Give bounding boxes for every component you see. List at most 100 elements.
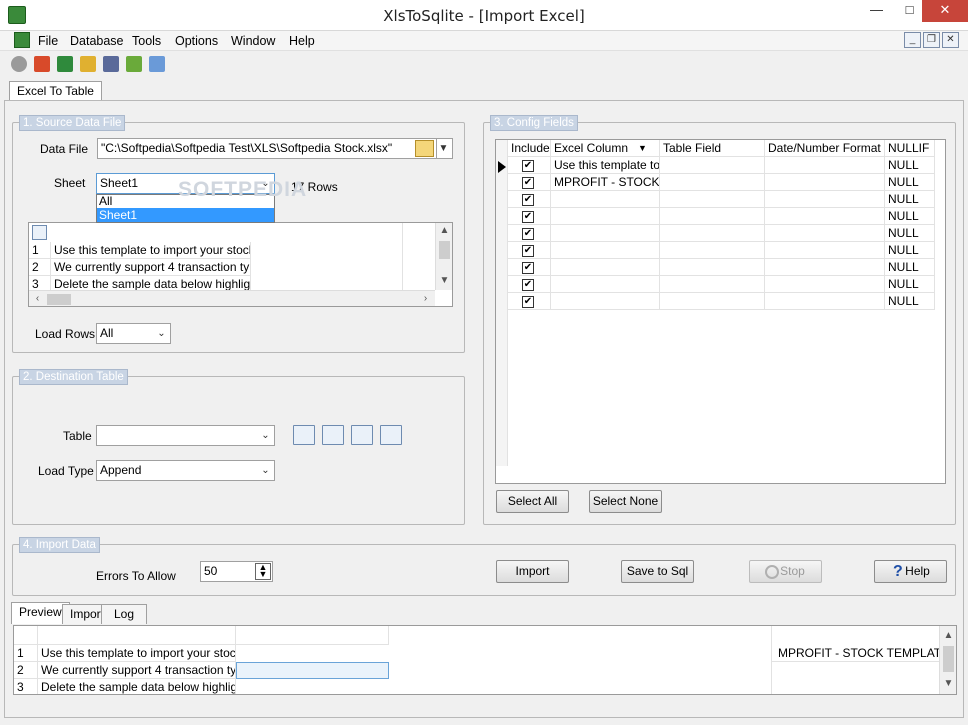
help-button[interactable]: ? Help	[874, 560, 947, 583]
table-field-cell[interactable]	[660, 242, 765, 259]
menu-database[interactable]: Database	[70, 34, 124, 48]
scroll-thumb[interactable]	[943, 646, 954, 672]
excel-column-cell[interactable]	[551, 293, 660, 310]
nullif-cell[interactable]: NULL	[885, 225, 935, 242]
import-button[interactable]: Import	[496, 560, 569, 583]
table-icon[interactable]	[149, 56, 165, 72]
create-table-icon[interactable]	[293, 425, 315, 445]
scroll-thumb[interactable]	[47, 294, 71, 305]
close-button[interactable]: ✕	[922, 0, 968, 22]
menu-tools[interactable]: Tools	[132, 34, 161, 48]
selected-cell[interactable]	[236, 662, 389, 679]
spinner-icon[interactable]: ▲ ▼	[255, 563, 271, 580]
view-table-icon[interactable]	[351, 425, 373, 445]
scroll-down-icon[interactable]: ▼	[940, 676, 956, 693]
scroll-thumb[interactable]	[439, 241, 450, 259]
excel-column-cell[interactable]	[551, 208, 660, 225]
scroll-right-icon[interactable]: ›	[417, 291, 434, 306]
table-field-cell[interactable]	[660, 191, 765, 208]
excel-column-cell[interactable]	[551, 276, 660, 293]
nullif-cell[interactable]: NULL	[885, 276, 935, 293]
nullif-cell[interactable]: NULL	[885, 259, 935, 276]
include-checkbox[interactable]: ✔	[508, 259, 551, 276]
include-checkbox[interactable]: ✔	[508, 191, 551, 208]
load-rows-select[interactable]: All ⌄	[96, 323, 171, 344]
sheet-option-sheet1[interactable]: Sheet1	[97, 208, 274, 222]
tab-preview[interactable]: Preview	[11, 602, 70, 624]
include-checkbox[interactable]: ✔	[508, 174, 551, 191]
connect-icon[interactable]	[11, 56, 27, 72]
menu-help[interactable]: Help	[289, 34, 315, 48]
tab-excel-to-table[interactable]: Excel To Table	[9, 81, 102, 101]
export-icon[interactable]	[126, 56, 142, 72]
select-all-cell[interactable]	[32, 225, 47, 240]
tab-log[interactable]: Log	[101, 604, 148, 624]
menu-options[interactable]: Options	[175, 34, 218, 48]
date-format-cell[interactable]	[765, 293, 885, 310]
preview-grid[interactable]: 1 Use this template to import your stock…	[13, 625, 957, 695]
sheet-option-all[interactable]: All	[97, 195, 274, 208]
column-header-date-format[interactable]: Date/Number Format	[765, 140, 885, 157]
column-header-table-field[interactable]: Table Field	[660, 140, 765, 157]
scroll-up-icon[interactable]: ▲	[940, 628, 956, 645]
nullif-cell[interactable]: NULL	[885, 157, 935, 174]
date-format-cell[interactable]	[765, 157, 885, 174]
mdi-close-button[interactable]: ✕	[942, 32, 959, 48]
date-format-cell[interactable]	[765, 174, 885, 191]
scroll-up-icon[interactable]: ▲	[436, 223, 452, 240]
excel-column-cell[interactable]	[551, 191, 660, 208]
table-field-cell[interactable]	[660, 225, 765, 242]
errors-to-allow-input[interactable]: 50 ▲ ▼	[200, 561, 273, 582]
mdi-restore-button[interactable]: ❐	[923, 32, 940, 48]
table-field-cell[interactable]	[660, 174, 765, 191]
excel-column-cell[interactable]	[551, 225, 660, 242]
excel-icon[interactable]	[57, 56, 73, 72]
select-none-button[interactable]: Select None	[589, 490, 662, 513]
nullif-cell[interactable]: NULL	[885, 174, 935, 191]
refresh-table-icon[interactable]	[322, 425, 344, 445]
open-folder-icon[interactable]	[415, 140, 434, 157]
include-checkbox[interactable]: ✔	[508, 208, 551, 225]
include-checkbox[interactable]: ✔	[508, 242, 551, 259]
table-field-cell[interactable]	[660, 293, 765, 310]
nullif-cell[interactable]: NULL	[885, 208, 935, 225]
vertical-scrollbar[interactable]: ▲ ▼	[435, 223, 452, 290]
table-field-cell[interactable]	[660, 276, 765, 293]
scroll-down-icon[interactable]: ▼	[436, 273, 452, 290]
menu-window[interactable]: Window	[231, 34, 275, 48]
scroll-left-icon[interactable]: ‹	[29, 291, 46, 306]
table-select[interactable]: ⌄	[96, 425, 275, 446]
table-field-cell[interactable]	[660, 157, 765, 174]
mdi-minimize-button[interactable]: _	[904, 32, 921, 48]
stop-button[interactable]: Stop	[749, 560, 822, 583]
include-checkbox[interactable]: ✔	[508, 157, 551, 174]
excel-column-cell[interactable]	[551, 242, 660, 259]
query-icon[interactable]	[103, 56, 119, 72]
load-type-select[interactable]: Append ⌄	[96, 460, 275, 481]
date-format-cell[interactable]	[765, 276, 885, 293]
horizontal-scrollbar[interactable]: ‹ ›	[29, 290, 435, 306]
date-format-cell[interactable]	[765, 225, 885, 242]
include-checkbox[interactable]: ✔	[508, 276, 551, 293]
config-fields-grid[interactable]: Include Excel Column ▼ Table Field Date/…	[495, 139, 946, 484]
table-field-cell[interactable]	[660, 208, 765, 225]
sheet-select[interactable]: Sheet1 ⌄	[96, 173, 275, 194]
column-header-include[interactable]: Include	[508, 140, 551, 157]
include-checkbox[interactable]: ✔	[508, 225, 551, 242]
excel-column-cell[interactable]	[551, 259, 660, 276]
save-to-sql-button[interactable]: Save to Sql	[621, 560, 694, 583]
nullif-cell[interactable]: NULL	[885, 242, 935, 259]
excel-column-cell[interactable]: Use this template to...	[551, 157, 660, 174]
include-checkbox[interactable]: ✔	[508, 293, 551, 310]
column-header-nullif[interactable]: NULLIF	[885, 140, 935, 157]
excel-column-cell[interactable]: MPROFIT - STOCK...	[551, 174, 660, 191]
date-format-cell[interactable]	[765, 259, 885, 276]
menu-file[interactable]: File	[38, 34, 58, 48]
minimize-button[interactable]: —	[860, 0, 893, 22]
data-file-field[interactable]: "C:\Softpedia\Softpedia Test\XLS\Softped…	[97, 138, 437, 159]
source-preview-grid[interactable]: 1 Use this template to import your stock…	[28, 222, 453, 307]
data-file-dropdown-button[interactable]: ▼	[436, 138, 453, 159]
date-format-cell[interactable]	[765, 191, 885, 208]
date-format-cell[interactable]	[765, 242, 885, 259]
nullif-cell[interactable]: NULL	[885, 191, 935, 208]
